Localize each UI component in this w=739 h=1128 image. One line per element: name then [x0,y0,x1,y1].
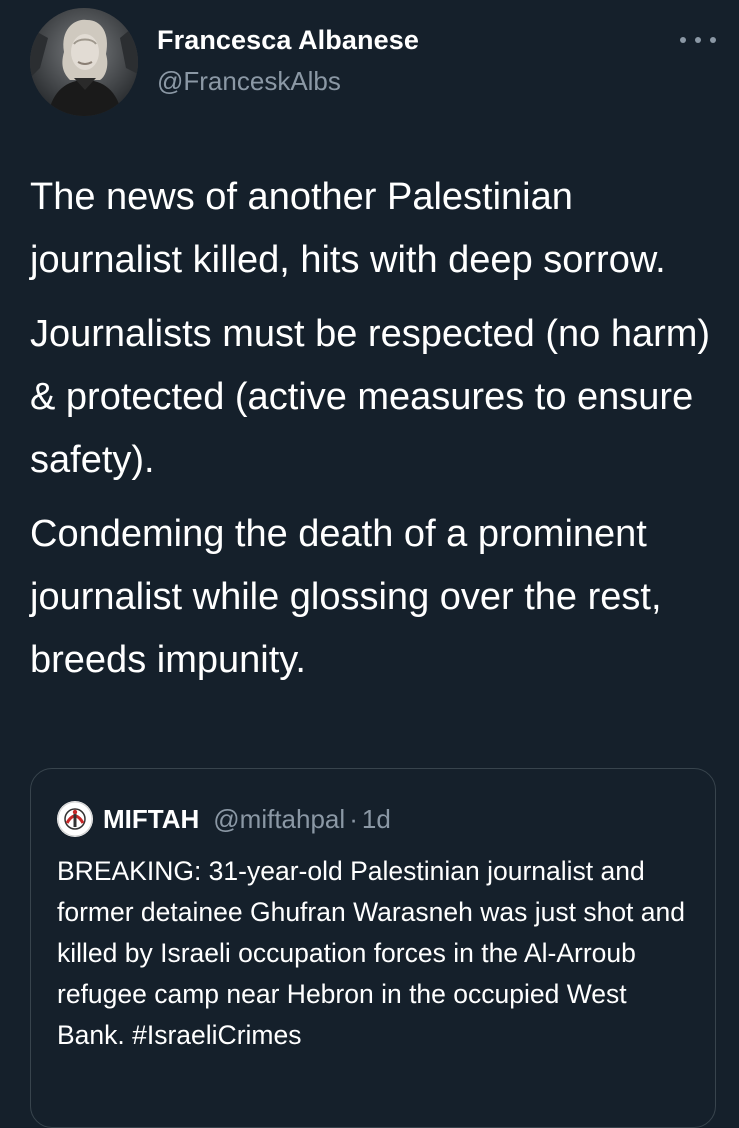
avatar-photo [30,8,138,116]
quoted-timestamp[interactable]: 1d [362,804,391,835]
tweet-text: The news of another Palestinian journali… [30,166,720,703]
quoted-avatar[interactable] [57,801,93,837]
tweet-paragraph: Journalists must be respected (no harm) … [30,313,711,481]
more-dot [680,37,686,43]
tweet-paragraph: The news of another Palestinian journali… [30,176,666,281]
tweet-paragraph: Condeming the death of a prominent journ… [30,513,662,681]
miftah-logo-icon [57,801,93,837]
more-horizontal-icon[interactable] [680,28,716,52]
quoted-tweet-text: BREAKING: 31-year-old Palestinian journa… [57,856,685,1050]
more-dot [695,37,701,43]
quoted-separator: · [349,803,358,834]
tweet-card: Francesca Albanese @FranceskAlbs The new… [0,0,739,1128]
author-name[interactable]: Francesca Albanese [157,25,419,56]
more-dot [710,37,716,43]
author-avatar[interactable] [30,8,138,116]
quoted-author-handle[interactable]: @miftahpal [213,804,345,835]
quoted-tweet[interactable]: MIFTAH @miftahpal · 1d BREAKING: 31-year… [30,768,716,1128]
author-handle[interactable]: @FranceskAlbs [157,66,341,97]
quoted-tweet-header: MIFTAH @miftahpal · 1d [57,799,391,839]
quoted-author-name[interactable]: MIFTAH [103,804,199,835]
